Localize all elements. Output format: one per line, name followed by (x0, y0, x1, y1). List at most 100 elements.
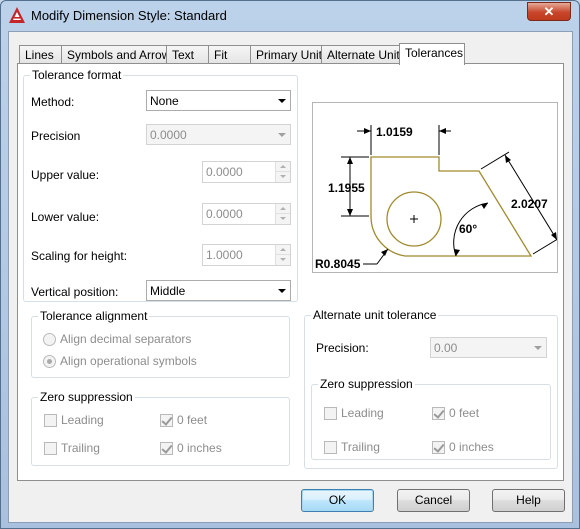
close-icon: ✕ (543, 4, 555, 19)
tab-text[interactable]: Text (166, 45, 209, 64)
upper-value-field: 0.0000 (206, 165, 243, 179)
alt-precision-label: Precision: (316, 341, 369, 355)
alternate-unit-tolerance-legend: Alternate unit tolerance (311, 308, 439, 322)
alt-trailing-label[interactable]: Trailing (341, 440, 380, 454)
method-select[interactable]: None (146, 90, 291, 111)
alt-zero-feet-checkbox[interactable] (432, 407, 445, 420)
tab-label: Fit (214, 48, 228, 62)
trailing-label[interactable]: Trailing (61, 441, 100, 455)
tolerance-format-legend: Tolerance format (30, 68, 124, 82)
spin-up-icon[interactable] (276, 204, 290, 214)
alt-zero-inches-label[interactable]: 0 inches (449, 440, 494, 454)
precision-value: 0.0000 (150, 128, 187, 142)
lower-value-spinner[interactable]: 0.0000 (202, 203, 291, 225)
lower-value-field: 0.0000 (206, 207, 243, 221)
dim-left-text: 1.1955 (328, 181, 365, 195)
zero-inches-checkbox[interactable] (160, 442, 173, 455)
dim-top-text: 1.0159 (376, 125, 413, 139)
leading-label[interactable]: Leading (61, 413, 104, 427)
tab-label: Symbols and Arrows (67, 48, 177, 62)
alt-trailing-checkbox[interactable] (324, 441, 337, 454)
dim-angle-text: 60° (459, 222, 477, 236)
cancel-button[interactable]: Cancel (397, 489, 470, 512)
chevron-down-icon (278, 99, 286, 103)
tab-lines[interactable]: Lines (19, 45, 62, 64)
scaling-for-height-label: Scaling for height: (31, 249, 128, 263)
precision-label: Precision (31, 129, 81, 143)
upper-value-label: Upper value: (31, 168, 100, 182)
vertical-position-select[interactable]: Middle (146, 280, 291, 301)
zero-feet-checkbox[interactable] (160, 414, 173, 427)
vertical-position-value: Middle (150, 284, 186, 298)
chevron-down-icon (278, 133, 286, 137)
spin-down-icon[interactable] (276, 255, 290, 265)
arrowhead-icon (364, 128, 371, 134)
zero-inches-label[interactable]: 0 inches (177, 441, 222, 455)
tolerance-alignment-group: Tolerance alignment (31, 309, 290, 378)
alt-zero-feet-label[interactable]: 0 feet (449, 406, 479, 420)
spinner-buttons (275, 162, 290, 182)
alt-precision-select[interactable]: 0.00 (430, 337, 547, 358)
vertical-position-label: Vertical position: (31, 285, 119, 299)
tab-fit[interactable]: Fit (208, 45, 251, 64)
preview-pane: 1.0159 1.1955 2.0207 60° R0.8045 (312, 102, 562, 273)
dialog-client: Lines Symbols and Arrows Text Fit Primar… (8, 31, 573, 523)
tab-label: Tolerances (405, 46, 464, 60)
tab-label: Lines (25, 48, 54, 62)
zero-suppression-legend: Zero suppression (38, 390, 135, 404)
align-decimal-label[interactable]: Align decimal separators (60, 332, 191, 346)
extension-line (532, 236, 562, 255)
tab-alternate-units[interactable]: Alternate Units (321, 45, 406, 64)
title-bar[interactable]: Modify Dimension Style: Standard ✕ (1, 1, 579, 31)
trailing-checkbox[interactable] (44, 442, 57, 455)
alt-leading-checkbox[interactable] (324, 407, 337, 420)
spin-up-icon[interactable] (276, 162, 290, 172)
part-outline (370, 156, 533, 257)
chevron-down-icon (534, 346, 542, 350)
scaling-for-height-spinner[interactable]: 1.0000 (202, 244, 291, 266)
spin-down-icon[interactable] (276, 214, 290, 224)
align-operational-label[interactable]: Align operational symbols (60, 354, 197, 368)
dialog-window: Modify Dimension Style: Standard ✕ Lines… (0, 0, 580, 529)
alt-leading-label[interactable]: Leading (341, 406, 384, 420)
method-value: None (150, 94, 179, 108)
tab-symbols-and-arrows[interactable]: Symbols and Arrows (61, 45, 176, 64)
spin-down-icon[interactable] (276, 172, 290, 182)
tolerances-panel: Tolerance format Method: None Precision … (17, 63, 564, 481)
leading-checkbox[interactable] (44, 414, 57, 427)
close-button[interactable]: ✕ (527, 2, 571, 21)
ok-button[interactable]: OK (301, 489, 374, 512)
tolerance-alignment-legend: Tolerance alignment (38, 309, 150, 323)
align-decimal-radio[interactable] (43, 333, 56, 346)
tab-label: Alternate Units (327, 48, 406, 62)
method-label: Method: (31, 95, 75, 109)
zero-suppression-primary-group: Zero suppression (31, 390, 290, 466)
arrowhead-icon (481, 203, 488, 209)
preview-drawing: 1.0159 1.1955 2.0207 60° R0.8045 (315, 125, 562, 271)
tab-label: Primary Units (256, 48, 329, 62)
precision-select[interactable]: 0.0000 (146, 124, 291, 145)
window-title: Modify Dimension Style: Standard (31, 8, 227, 23)
tab-primary-units[interactable]: Primary Units (250, 45, 328, 64)
align-operational-radio[interactable] (43, 355, 56, 368)
upper-value-spinner[interactable]: 0.0000 (202, 161, 291, 183)
scaling-value-field: 1.0000 (206, 248, 243, 262)
extension-line (480, 151, 510, 170)
arrowhead-icon (439, 128, 446, 134)
arrowhead-icon (381, 249, 388, 256)
arrowhead-icon (505, 155, 511, 163)
spinner-buttons (275, 245, 290, 265)
help-button[interactable]: Help (492, 489, 565, 512)
spin-up-icon[interactable] (276, 245, 290, 255)
dim-radius-text: R0.8045 (315, 257, 361, 271)
spinner-buttons (275, 204, 290, 224)
arrowhead-icon (551, 232, 557, 240)
tab-tolerances[interactable]: Tolerances (399, 43, 465, 65)
tab-label: Text (172, 48, 195, 62)
autocad-logo-icon (9, 7, 25, 23)
zero-feet-label[interactable]: 0 feet (177, 413, 207, 427)
alt-zero-inches-checkbox[interactable] (432, 441, 445, 454)
arrowhead-icon (347, 209, 353, 216)
arrowhead-icon (347, 157, 353, 164)
lower-value-label: Lower value: (31, 210, 100, 224)
